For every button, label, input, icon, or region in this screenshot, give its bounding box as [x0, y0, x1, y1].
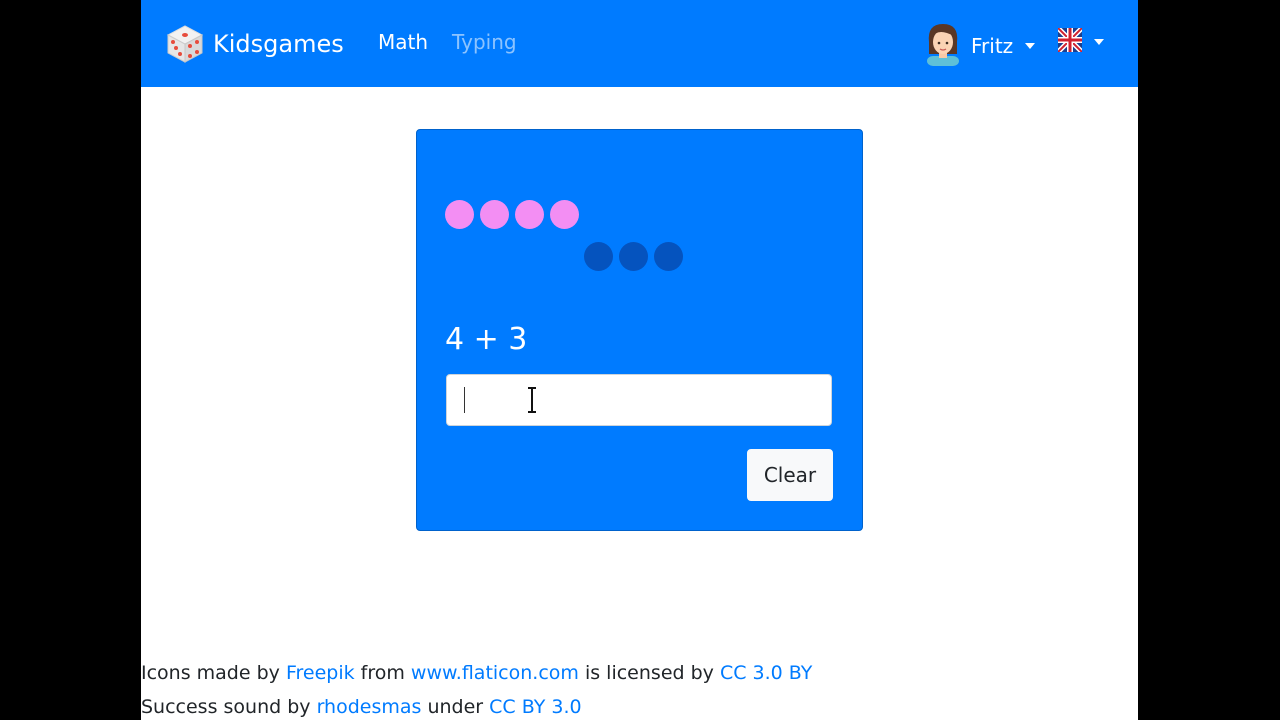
girl-avatar-icon — [923, 20, 963, 71]
answer-input[interactable] — [446, 374, 832, 426]
math-game-card: 4 + 3 Clear — [416, 129, 863, 531]
left-operand-dots — [445, 200, 579, 229]
footer-text: Success sound by — [141, 696, 317, 718]
text-caret — [464, 387, 465, 413]
left-dot — [515, 200, 544, 229]
flaticon-link[interactable]: www.flaticon.com — [411, 662, 579, 684]
freepik-link[interactable]: Freepik — [286, 662, 355, 684]
footer-credits-icons: Icons made by Freepik from www.flaticon.… — [141, 656, 1138, 690]
chevron-down-icon — [1025, 42, 1036, 49]
right-dot — [619, 242, 648, 271]
left-dot — [445, 200, 474, 229]
license-link-sound[interactable]: CC BY 3.0 — [489, 696, 581, 718]
footer-text: is licensed by — [578, 662, 720, 684]
uk-flag-icon — [1056, 26, 1084, 56]
left-dot — [550, 200, 579, 229]
rhodesmas-link[interactable]: rhodesmas — [317, 696, 422, 718]
license-link-icons[interactable]: CC 3.0 BY — [720, 662, 812, 684]
footer-text: under — [421, 696, 490, 718]
right-dot — [654, 242, 683, 271]
page: Kidsgames Math Typing Fritz 4 + 3 Clear … — [141, 0, 1138, 720]
right-operand-dots — [584, 242, 683, 271]
left-dot — [480, 200, 509, 229]
right-dot — [584, 242, 613, 271]
footer-text: from — [354, 662, 411, 684]
footer: Icons made by Freepik from www.flaticon.… — [141, 656, 1138, 720]
footer-text: Icons made by — [141, 662, 286, 684]
dice-icon — [165, 24, 205, 64]
language-menu[interactable] — [1056, 26, 1104, 56]
user-menu[interactable]: Fritz — [923, 20, 1036, 71]
i-beam-cursor-icon — [526, 387, 538, 417]
user-name: Fritz — [971, 33, 1014, 58]
brand-name: Kidsgames — [213, 30, 344, 58]
clear-button[interactable]: Clear — [747, 449, 833, 501]
navbar: Kidsgames Math Typing Fritz — [141, 0, 1138, 87]
nav-typing[interactable]: Typing — [452, 30, 517, 54]
nav-math[interactable]: Math — [378, 30, 428, 54]
footer-credits-sound: Success sound by rhodesmas under CC BY 3… — [141, 690, 1138, 720]
equation-text: 4 + 3 — [445, 322, 528, 357]
chevron-down-icon — [1094, 39, 1104, 45]
brand-link[interactable]: Kidsgames — [165, 22, 344, 66]
